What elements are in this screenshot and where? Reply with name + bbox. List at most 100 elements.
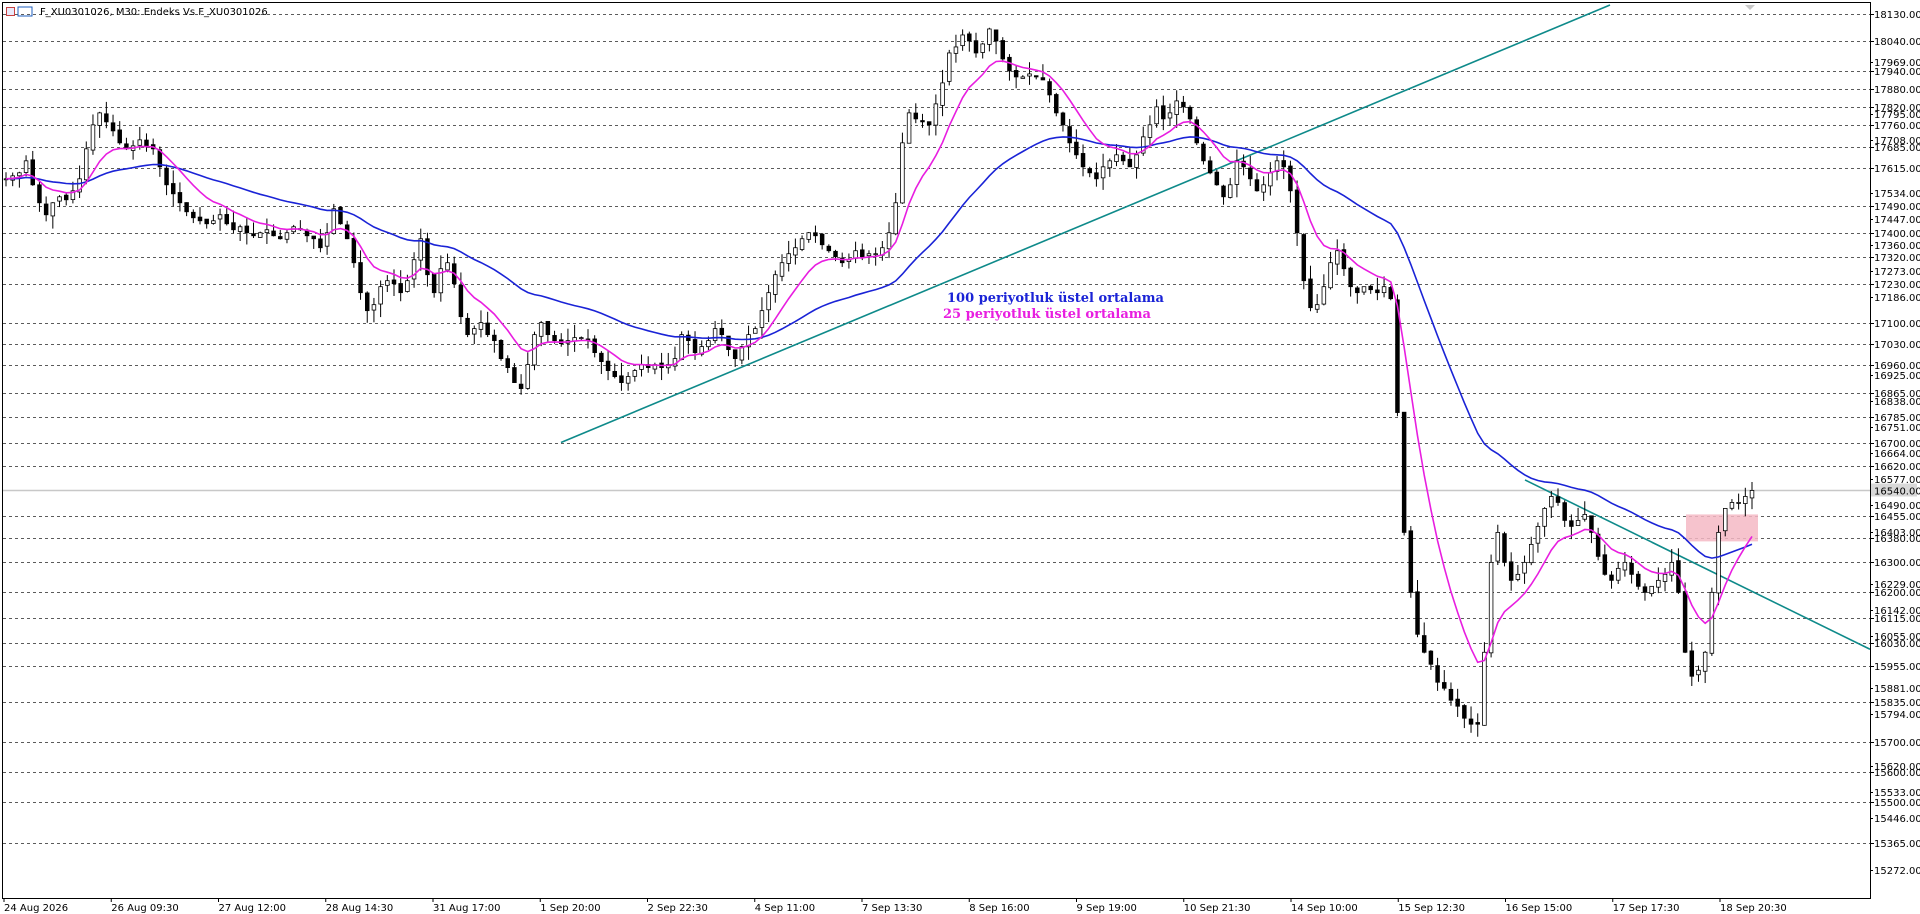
candle-body bbox=[786, 253, 791, 264]
candle-body bbox=[431, 273, 437, 294]
candle-body bbox=[913, 112, 919, 120]
candle-body bbox=[1689, 650, 1695, 677]
window-title-bar: F_XU0301026, M30: Endeks Vs F_XU0301026 bbox=[6, 6, 268, 18]
candle-body bbox=[793, 247, 798, 256]
price-label: 17400.00 bbox=[1874, 229, 1920, 240]
candle-body bbox=[365, 292, 370, 312]
candle-body bbox=[1214, 171, 1220, 186]
candle-body bbox=[960, 34, 965, 47]
time-label: 26 Aug 09:30 bbox=[111, 903, 178, 914]
candle-body bbox=[900, 142, 905, 204]
candle-body bbox=[1669, 561, 1674, 576]
candle-body bbox=[1314, 304, 1320, 310]
time-axis[interactable]: 24 Aug 2026 26 Aug 09:30 27 Aug 12:00 28 Au… bbox=[3, 898, 1787, 914]
candle-body bbox=[1549, 496, 1554, 508]
candle-body bbox=[1522, 561, 1527, 574]
candle-body bbox=[264, 229, 270, 234]
candle-body bbox=[211, 220, 216, 224]
candle-body bbox=[893, 202, 898, 235]
candle-body bbox=[1542, 508, 1547, 527]
support-zone-box[interactable] bbox=[1686, 514, 1758, 542]
candle-body bbox=[1094, 172, 1099, 180]
candle-body bbox=[1147, 124, 1153, 138]
candle-body bbox=[1100, 166, 1106, 179]
candle-body bbox=[632, 370, 638, 377]
candle-body bbox=[485, 322, 490, 336]
price-gridlines bbox=[3, 14, 1870, 844]
candle-body bbox=[1281, 160, 1286, 168]
candle-body bbox=[1629, 562, 1634, 575]
candle-body bbox=[712, 328, 718, 341]
candle-body bbox=[1000, 40, 1005, 60]
candle-body bbox=[338, 207, 343, 225]
candle-body bbox=[1060, 112, 1066, 126]
price-minor-label: 16229.00 bbox=[1874, 580, 1920, 591]
time-label: 9 Sep 19:00 bbox=[1077, 903, 1137, 914]
candlesticks bbox=[3, 27, 1755, 737]
price-label: 17030.00 bbox=[1874, 340, 1920, 351]
candle-body bbox=[1716, 532, 1721, 594]
time-label: 17 Sep 17:30 bbox=[1613, 903, 1680, 914]
price-minor-label: 17534.00 bbox=[1874, 189, 1920, 200]
candle-body bbox=[967, 33, 972, 42]
candle-body bbox=[1154, 106, 1159, 125]
candle-body bbox=[1167, 112, 1173, 119]
candle-body bbox=[97, 112, 102, 126]
trendlines[interactable] bbox=[560, 4, 1871, 650]
candle-body bbox=[732, 349, 738, 360]
candle-body bbox=[1582, 514, 1587, 520]
price-label: 15500.00 bbox=[1874, 798, 1920, 809]
candle-body bbox=[17, 172, 22, 177]
candle-body bbox=[391, 279, 397, 285]
candle-body bbox=[405, 280, 410, 292]
uptrend-line bbox=[560, 4, 1611, 444]
candle-body bbox=[1682, 591, 1688, 653]
candle-body bbox=[552, 335, 557, 342]
price-label: 17490.00 bbox=[1874, 202, 1920, 213]
candle-body bbox=[271, 230, 276, 237]
chart-frame bbox=[2, 2, 1871, 899]
candle-body bbox=[43, 203, 49, 216]
candle-body bbox=[940, 82, 945, 106]
price-axis[interactable]: 18130.0018040.0017940.0017880.0017820.00… bbox=[1870, 10, 1920, 877]
candle-body bbox=[1181, 101, 1186, 108]
price-label: 17760.00 bbox=[1874, 121, 1920, 132]
candle-body bbox=[358, 262, 363, 294]
candle-body bbox=[1234, 160, 1240, 185]
price-minor-label: 15272.00 bbox=[1874, 866, 1920, 877]
time-label: 15 Sep 12:30 bbox=[1398, 903, 1465, 914]
candle-body bbox=[1729, 502, 1735, 509]
candle-body bbox=[813, 232, 818, 237]
candle-body bbox=[512, 367, 517, 383]
candle-body bbox=[1221, 185, 1226, 198]
candle-body bbox=[284, 232, 290, 240]
price-label: 16300.00 bbox=[1874, 558, 1920, 569]
candle-body bbox=[819, 233, 825, 246]
candle-body bbox=[753, 328, 758, 334]
time-label: 31 Aug 17:00 bbox=[433, 903, 500, 914]
candle-body bbox=[110, 122, 116, 132]
candle-body bbox=[947, 52, 952, 82]
candle-body bbox=[1254, 179, 1260, 192]
candle-body bbox=[1642, 586, 1648, 593]
candle-body bbox=[1622, 561, 1628, 571]
price-minor-label: 17186.00 bbox=[1874, 293, 1920, 304]
candle-body bbox=[30, 159, 35, 186]
price-minor-label: 15620.00 bbox=[1874, 762, 1920, 773]
candle-body bbox=[472, 328, 477, 335]
price-minor-label: 17273.00 bbox=[1874, 267, 1920, 278]
candle-body bbox=[538, 322, 544, 337]
price-minor-label: 17447.00 bbox=[1874, 215, 1920, 226]
price-minor-label: 16142.00 bbox=[1874, 606, 1920, 617]
price-minor-label: 16055.00 bbox=[1874, 632, 1920, 643]
candle-body bbox=[1054, 94, 1059, 114]
candle-body bbox=[385, 280, 390, 286]
candle-body bbox=[1207, 160, 1213, 174]
price-label: 15955.00 bbox=[1874, 662, 1920, 673]
price-chart[interactable]: 18130.0018040.0017940.0017880.0017820.00… bbox=[0, 0, 1920, 914]
scroll-marker-icon[interactable] bbox=[1745, 5, 1755, 10]
candle-body bbox=[37, 184, 42, 204]
candle-body bbox=[920, 120, 925, 123]
candle-body bbox=[1040, 77, 1046, 81]
candle-body bbox=[1348, 267, 1353, 288]
